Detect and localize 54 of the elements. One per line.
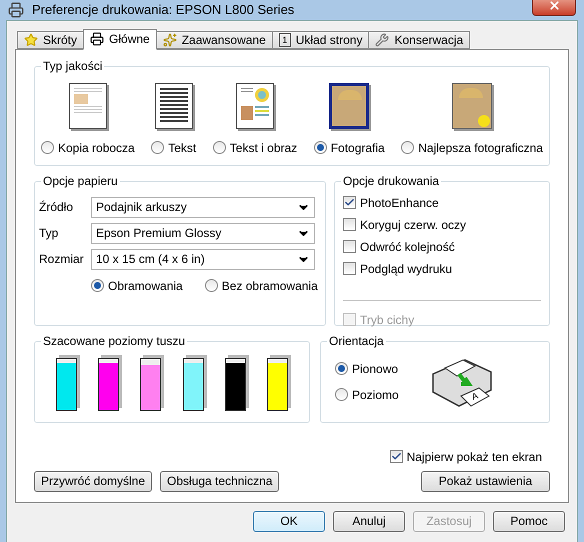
option-checkbox[interactable]: PhotoEnhance [343,194,541,212]
orientation-radio[interactable]: Poziomo [335,386,399,404]
page-number-icon: 1 [278,32,291,46]
printer-drawing-body: A [432,358,492,406]
orientation-radio[interactable]: Pionowo [335,360,399,378]
close-icon [548,0,560,12]
ink-cartridge [224,358,246,411]
tab[interactable]: Skróty [17,30,84,48]
document-icon [236,82,274,128]
field-label: Rozmiar [39,251,85,268]
check-icon [344,197,355,208]
photo-placeholder [452,82,492,128]
dialog-button[interactable]: Anuluj [333,510,405,532]
option-checkbox[interactable]: Koryguj czerw. oczy [343,216,541,234]
quality-radio[interactable]: Tekst i obraz [212,138,298,156]
photo-placeholder [329,82,370,128]
ink-cartridge [140,358,162,411]
check-icon [390,451,402,462]
wrench-icon [375,32,390,46]
sparkle-icon [162,32,177,46]
close-button[interactable] [532,0,576,16]
quality-radio[interactable]: Najlepsza fotograficzna [401,138,543,156]
dialog-button[interactable]: Pomoc [493,510,565,532]
dropdown[interactable]: Podajnik arkuszy [91,196,315,218]
show-first-checkbox[interactable]: Najpierw pokaż ten ekran [390,448,542,466]
document-icon [154,82,193,128]
quality-radio[interactable]: Kopia robocza [41,138,135,156]
field-label: Typ [39,225,60,242]
border-radio[interactable]: Obramowania [91,276,183,294]
quality-radio[interactable]: Fotografia [314,138,385,156]
tab[interactable]: Zaawansowane [156,30,273,48]
tab[interactable]: Konserwacja [368,30,470,48]
quality-radio[interactable]: Tekst [151,138,196,156]
option-checkbox[interactable]: Podgląd wydruku [343,260,541,278]
dropdown[interactable]: Epson Premium Glossy [91,222,315,244]
dialog-button[interactable]: OK [253,510,325,532]
option-checkbox[interactable]: Odwróć kolejność [343,238,541,256]
action-button[interactable]: Obsługa techniczna [160,470,280,492]
tab[interactable]: Główne [83,28,157,50]
dropdown[interactable]: 10 x 15 cm (4 x 6 in) [91,248,315,270]
tab[interactable]: 1 Układ strony [272,30,370,48]
border-radio[interactable]: Bez obramowania [204,276,318,294]
printer-icon [90,32,104,46]
ink-cartridge [56,358,77,411]
ink-cartridge [267,358,288,411]
document-icon [68,82,107,128]
ink-cartridge [98,358,119,411]
star-icon [24,32,38,46]
window-title: Preferencje drukowania: EPSON L800 Series [32,1,294,19]
field-label: Źródło [39,199,74,216]
show-settings-button[interactable]: Pokaż ustawienia [421,470,550,492]
ink-cartridge [182,358,204,411]
action-button[interactable]: Przywróć domyślne [34,470,152,492]
printer-icon [8,2,24,18]
